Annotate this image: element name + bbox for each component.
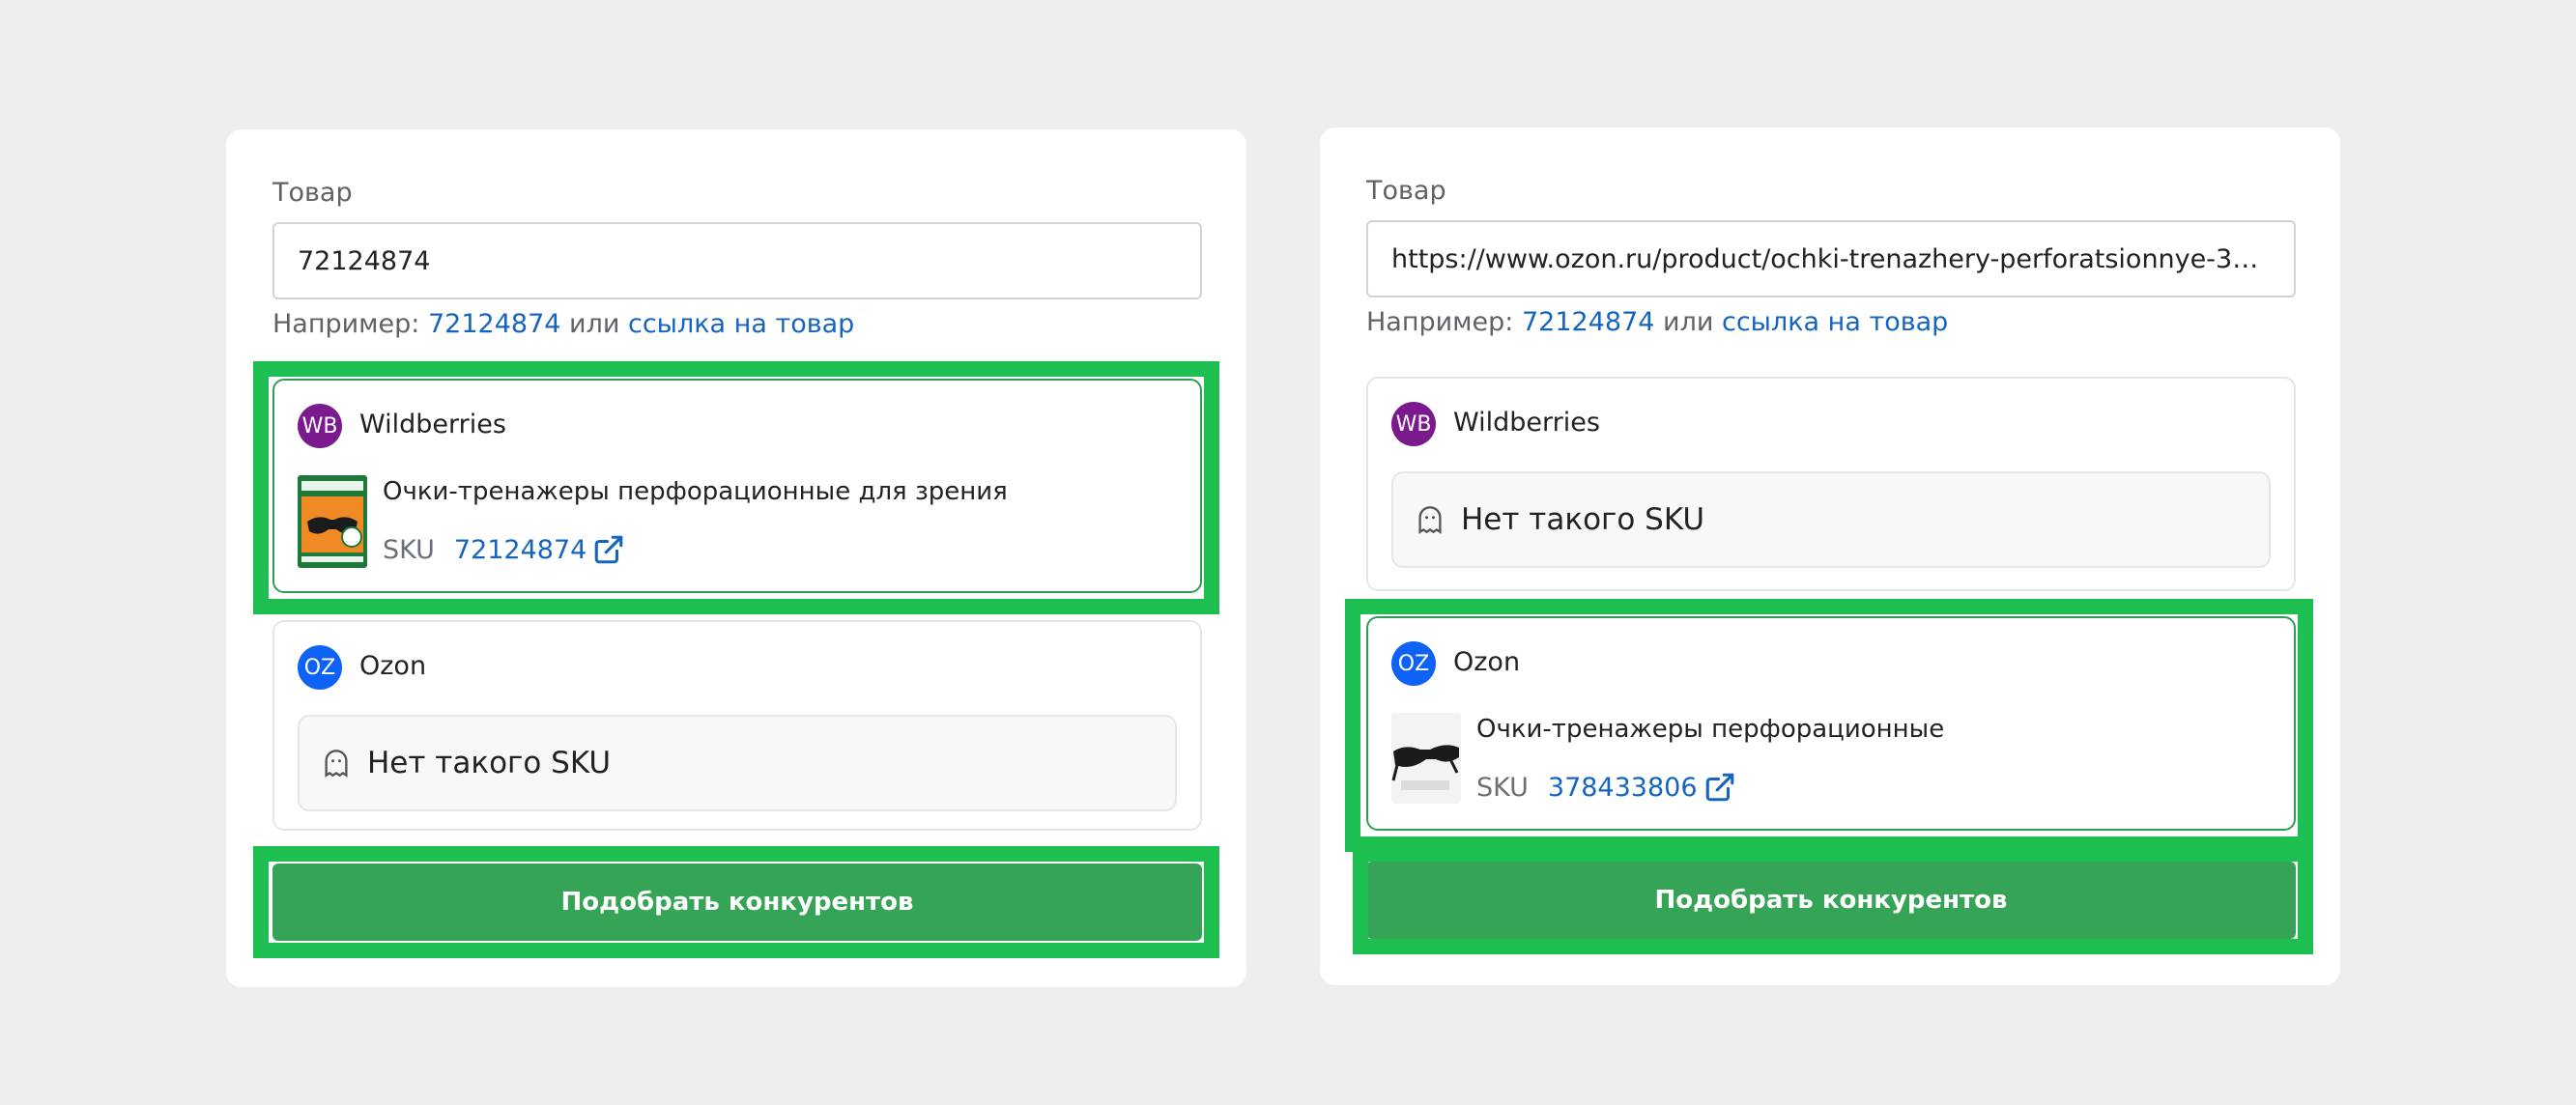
sku-not-found-text: Нет такого SKU — [367, 746, 612, 780]
sku-not-found-text: Нет такого SKU — [1461, 502, 1705, 537]
ozon-result: OZ Ozon Очки-тренажеры перфорационные SK… — [1366, 616, 2296, 831]
hint-example-link[interactable]: ссылка на товар — [1722, 307, 1948, 337]
hint-or: или — [1663, 307, 1714, 337]
sku-row: SKU 378433806 — [1476, 771, 1736, 804]
external-link-icon[interactable] — [1703, 771, 1736, 804]
sku-label: SKU — [383, 534, 435, 565]
wildberries-logo: WB — [298, 404, 342, 448]
input-hint: Например: 72124874 или ссылка на товар — [1366, 307, 1948, 337]
external-link-icon[interactable] — [592, 533, 625, 566]
sku-link[interactable]: 72124874 — [454, 535, 587, 565]
product-field-label: Товар — [1366, 176, 1446, 206]
ozon-logo: OZ — [298, 645, 342, 690]
marketplace-name: Ozon — [1453, 647, 1521, 677]
product-input[interactable] — [272, 222, 1202, 299]
sku-label: SKU — [1476, 772, 1529, 803]
sku-not-found-box: Нет такого SKU — [1391, 471, 2271, 568]
sku-row: SKU 72124874 — [383, 533, 625, 566]
product-image — [1391, 713, 1461, 804]
input-hint: Например: 72124874 или ссылка на товар — [272, 309, 854, 339]
find-competitors-button[interactable]: Подобрать конкурентов — [272, 864, 1202, 941]
ghost-icon — [323, 749, 350, 778]
hint-example-link[interactable]: ссылка на товар — [628, 309, 854, 339]
hint-prefix: Например: — [272, 309, 420, 339]
product-title: Очки-тренажеры перфорационные для зрения — [383, 477, 1008, 506]
marketplace-name: Wildberries — [359, 410, 506, 439]
product-input[interactable] — [1366, 220, 2296, 298]
ozon-logo: OZ — [1391, 641, 1436, 686]
ozon-result: OZ Ozon Нет такого SKU — [272, 620, 1202, 831]
hint-prefix: Например: — [1366, 307, 1514, 337]
ghost-icon — [1417, 505, 1444, 534]
sku-not-found-box: Нет такого SKU — [298, 715, 1177, 811]
hint-or: или — [569, 309, 620, 339]
product-image — [298, 475, 367, 568]
wildberries-result: WB Wildberries Очки-тренажеры перфорацио… — [272, 379, 1202, 593]
wildberries-result: WB Wildberries Нет такого SKU — [1366, 377, 2296, 591]
marketplace-name: Wildberries — [1453, 408, 1600, 438]
sku-link[interactable]: 378433806 — [1548, 773, 1698, 803]
product-title: Очки-тренажеры перфорационные — [1476, 715, 1945, 744]
search-card-right: Товар Например: 72124874 или ссылка на т… — [1320, 128, 2340, 985]
hint-example-sku-link[interactable]: 72124874 — [1522, 307, 1654, 337]
hint-example-sku-link[interactable]: 72124874 — [428, 309, 560, 339]
marketplace-name: Ozon — [359, 651, 427, 681]
wildberries-logo: WB — [1391, 402, 1436, 446]
find-competitors-button[interactable]: Подобрать конкурентов — [1366, 862, 2296, 939]
product-field-label: Товар — [272, 178, 353, 208]
search-card-left: Товар Например: 72124874 или ссылка на т… — [226, 129, 1246, 987]
